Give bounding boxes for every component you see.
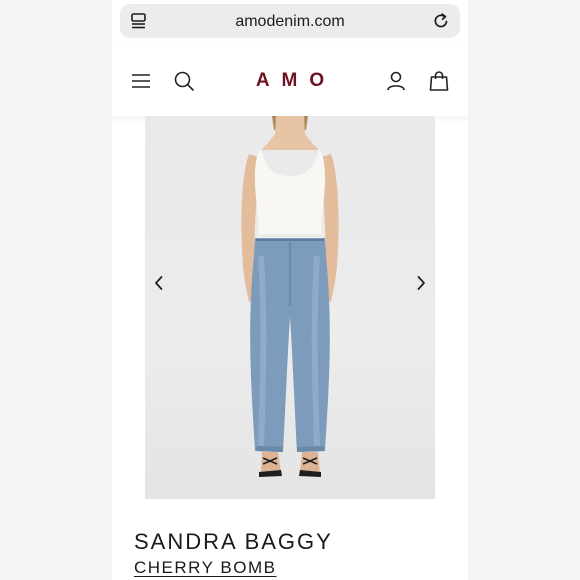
chevron-left-icon[interactable] [147, 271, 171, 295]
browser-address-bar: amodenim.com [112, 0, 468, 44]
brand-logo[interactable]: AMO [112, 70, 468, 92]
product-image-gallery[interactable] [145, 116, 435, 499]
site-header: AMO [112, 44, 468, 116]
url-field[interactable]: amodenim.com [120, 4, 460, 38]
phone-screen: amodenim.com AMO SANDRA BAGGY CHERRY BOM… [112, 0, 468, 580]
account-icon[interactable] [385, 70, 407, 92]
product-title: SANDRA BAGGY [134, 529, 333, 554]
url-text[interactable]: amodenim.com [120, 13, 460, 31]
product-color-link[interactable]: CHERRY BOMB [134, 558, 276, 578]
bag-icon[interactable] [428, 70, 450, 92]
chevron-right-icon[interactable] [409, 271, 433, 295]
product-photo [241, 116, 339, 477]
reload-icon[interactable] [432, 12, 450, 30]
